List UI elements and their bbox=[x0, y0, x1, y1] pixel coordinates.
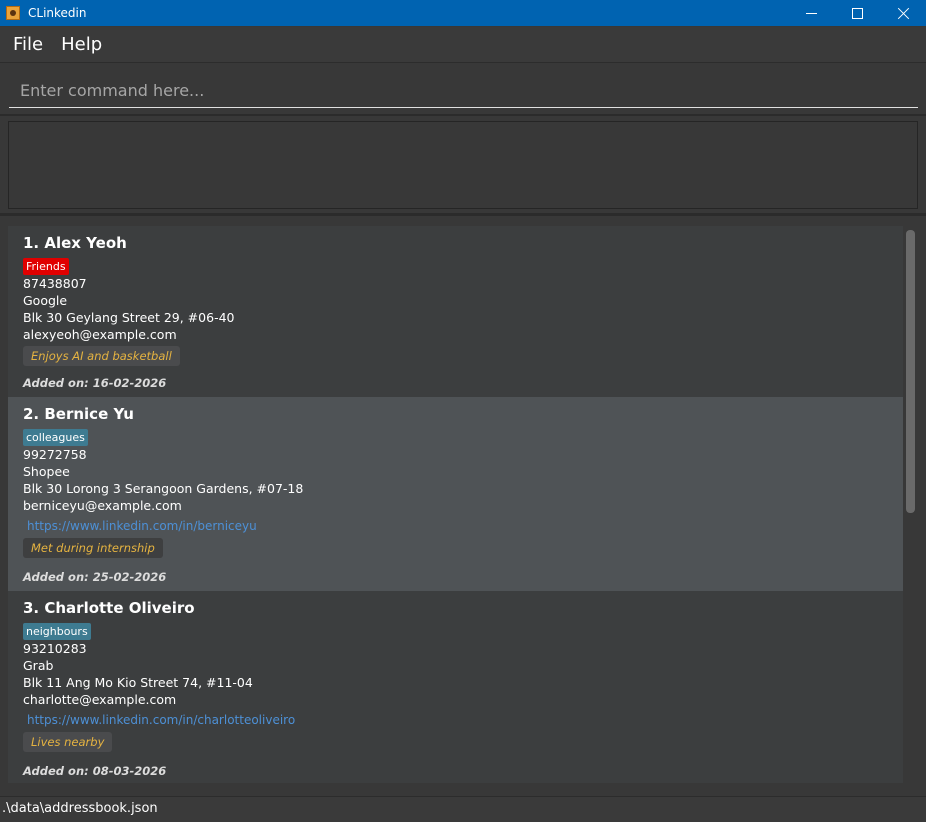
person-card[interactable]: 3. Charlotte Oliveiro neighbours 9321028… bbox=[8, 591, 903, 783]
app-window: CLinkedin File Help 1. Alex Yeoh Friends… bbox=[0, 0, 926, 822]
person-name: 1. Alex Yeoh bbox=[23, 234, 127, 252]
divider bbox=[0, 213, 926, 216]
command-input[interactable] bbox=[9, 74, 918, 108]
added-date: Added on: 25-02-2026 bbox=[23, 570, 167, 584]
person-phone: 87438807 bbox=[23, 276, 87, 291]
close-icon bbox=[897, 7, 910, 20]
person-phone: 99272758 bbox=[23, 447, 87, 462]
person-address: Blk 30 Geylang Street 29, #06-40 bbox=[23, 310, 235, 325]
window-controls bbox=[788, 0, 926, 26]
linkedin-link[interactable]: https://www.linkedin.com/in/berniceyu bbox=[27, 517, 903, 535]
minimize-icon bbox=[805, 12, 817, 14]
menu-bar: File Help bbox=[0, 27, 926, 63]
tag-badge: colleagues bbox=[23, 429, 88, 446]
title-bar[interactable]: CLinkedin bbox=[0, 0, 926, 26]
status-bar: .\data\addressbook.json bbox=[0, 796, 926, 822]
menu-file[interactable]: File bbox=[13, 34, 43, 55]
person-card[interactable]: 2. Bernice Yu colleagues 99272758 Shopee… bbox=[8, 397, 903, 591]
window-title: CLinkedin bbox=[28, 6, 87, 20]
linkedin-link[interactable]: https://www.linkedin.com/in/charlotteoli… bbox=[27, 711, 903, 729]
person-list[interactable]: 1. Alex Yeoh Friends 87438807 Google Blk… bbox=[8, 226, 903, 783]
maximize-icon bbox=[851, 7, 863, 19]
tag-badge: neighbours bbox=[23, 623, 91, 640]
result-display[interactable] bbox=[8, 121, 918, 209]
person-company: Shopee bbox=[23, 464, 70, 479]
person-note: Enjoys AI and basketball bbox=[23, 346, 180, 366]
person-name: 2. Bernice Yu bbox=[23, 405, 134, 423]
person-note: Met during internship bbox=[23, 538, 163, 558]
save-file-path: .\data\addressbook.json bbox=[2, 801, 158, 816]
person-address: Blk 11 Ang Mo Kio Street 74, #11-04 bbox=[23, 675, 253, 690]
person-name: 3. Charlotte Oliveiro bbox=[23, 599, 195, 617]
tag-badge: Friends bbox=[23, 258, 69, 275]
person-note: Lives nearby bbox=[23, 732, 113, 752]
person-card[interactable]: 1. Alex Yeoh Friends 87438807 Google Blk… bbox=[8, 226, 903, 397]
person-company: Grab bbox=[23, 658, 54, 673]
added-date: Added on: 16-02-2026 bbox=[23, 376, 167, 390]
command-box bbox=[0, 64, 926, 114]
person-phone: 93210283 bbox=[23, 641, 87, 656]
app-logo-icon bbox=[6, 6, 20, 20]
divider bbox=[0, 114, 926, 116]
person-email: alexyeoh@example.com bbox=[23, 327, 177, 342]
scrollbar-thumb[interactable] bbox=[906, 230, 915, 513]
person-address: Blk 30 Lorong 3 Serangoon Gardens, #07-1… bbox=[23, 481, 304, 496]
added-date: Added on: 08-03-2026 bbox=[23, 764, 167, 778]
maximize-button[interactable] bbox=[834, 0, 880, 26]
minimize-button[interactable] bbox=[788, 0, 834, 26]
person-email: berniceyu@example.com bbox=[23, 498, 182, 513]
close-button[interactable] bbox=[880, 0, 926, 26]
person-email: charlotte@example.com bbox=[23, 692, 177, 707]
menu-help[interactable]: Help bbox=[61, 34, 102, 55]
person-company: Google bbox=[23, 293, 68, 308]
